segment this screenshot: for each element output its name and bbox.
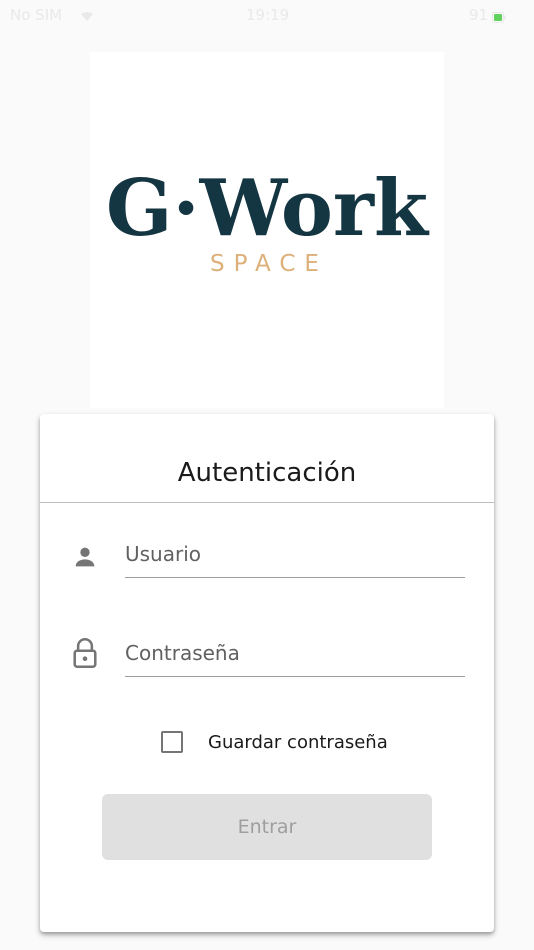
logo-tagline-text: SPACE [210, 251, 328, 277]
lock-icon [71, 637, 99, 673]
password-input[interactable] [125, 630, 465, 677]
status-bar: No SIM 19:19 91 [0, 0, 534, 30]
title-divider [40, 502, 494, 503]
wifi-icon [80, 8, 94, 26]
gwork-logo: G·Work SPACE [106, 163, 430, 277]
person-icon [71, 543, 99, 575]
battery-percent: 91 [469, 6, 489, 24]
clock-label: 19:19 [246, 6, 290, 24]
logo-panel: G·Work SPACE [90, 52, 444, 408]
battery-icon [492, 9, 506, 27]
remember-password-label: Guardar contraseña [208, 732, 388, 753]
login-title: Autenticación [177, 458, 357, 488]
enter-button[interactable]: Entrar [102, 794, 432, 860]
login-card: Autenticación Guardar contraseña Entrar [40, 414, 494, 932]
carrier-label: No SIM [10, 6, 63, 24]
remember-password-checkbox[interactable] [161, 731, 183, 753]
username-input[interactable] [125, 531, 465, 578]
logo-brand-text: G·Work [106, 163, 430, 254]
